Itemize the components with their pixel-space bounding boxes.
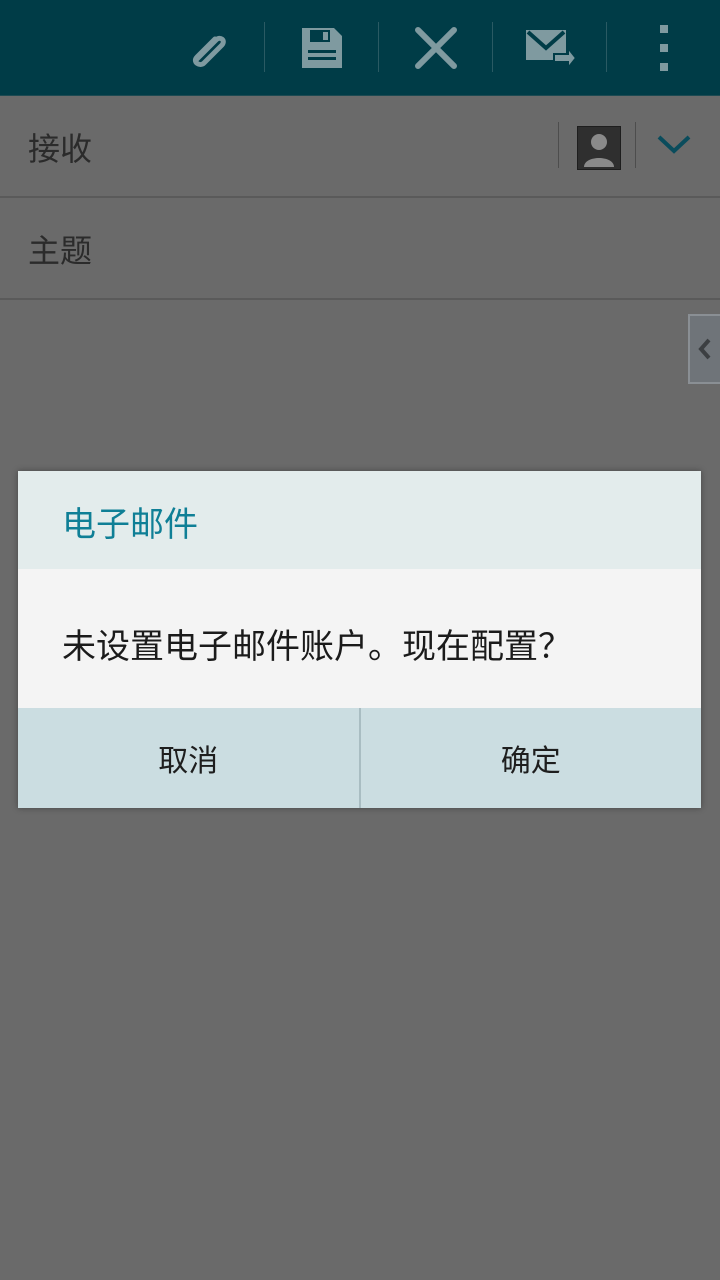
chevron-down-icon (657, 135, 691, 154)
expand-recipients-button[interactable] (652, 126, 696, 162)
dialog-button-bar: 取消 确定 (18, 708, 701, 808)
more-vert-icon (660, 24, 668, 71)
recipient-row[interactable]: 接收 (0, 96, 720, 198)
row-divider (558, 122, 559, 168)
dialog-title: 电子邮件 (62, 505, 198, 545)
ok-button[interactable]: 确定 (361, 708, 702, 808)
toolbar-divider (492, 22, 493, 72)
discard-button[interactable] (386, 0, 486, 95)
subject-row[interactable]: 主题 (0, 198, 720, 300)
setup-account-dialog: 电子邮件 未设置电子邮件账户。现在配置？ 取消 确定 (18, 471, 701, 808)
send-mail-icon (526, 29, 576, 70)
save-button[interactable] (272, 0, 372, 95)
toolbar-divider (264, 22, 265, 72)
dialog-header: 电子邮件 (18, 471, 701, 569)
action-bar (0, 0, 720, 96)
more-options-button[interactable] (614, 0, 714, 95)
toolbar-divider (606, 22, 607, 72)
subject-label: 主题 (28, 232, 93, 270)
dialog-body: 未设置电子邮件账户。现在配置？ (18, 569, 701, 708)
side-panel-handle[interactable] (688, 314, 720, 384)
recipient-label: 接收 (28, 130, 93, 168)
dialog-message: 未设置电子邮件账户。现在配置？ (62, 627, 572, 667)
save-icon (302, 27, 342, 68)
send-button[interactable] (500, 0, 600, 95)
contact-icon (584, 134, 614, 167)
attach-button[interactable] (158, 0, 258, 95)
contacts-button[interactable] (577, 126, 621, 170)
cancel-button[interactable]: 取消 (18, 708, 359, 808)
close-icon (415, 26, 457, 69)
paperclip-icon (192, 35, 226, 67)
toolbar-divider (378, 22, 379, 72)
row-divider (635, 122, 636, 168)
chevron-left-icon (698, 338, 711, 360)
